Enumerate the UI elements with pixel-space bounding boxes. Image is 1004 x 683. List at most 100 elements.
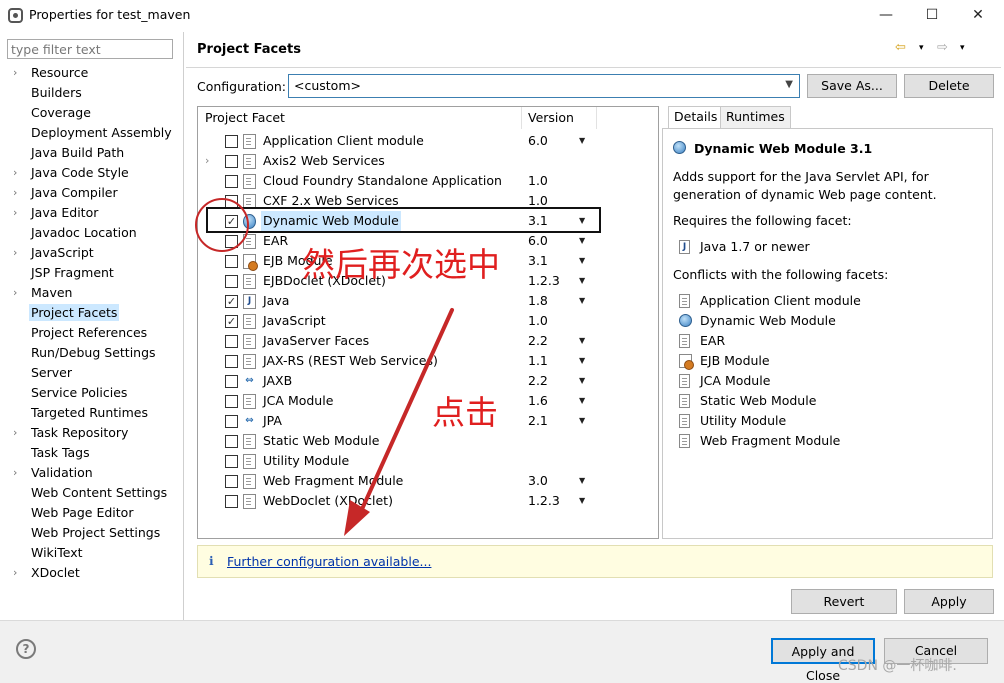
tab-runtimes[interactable]: Runtimes [720,106,791,128]
facet-version[interactable]: 1.0 [528,171,548,191]
chevron-right-icon[interactable]: › [13,183,17,203]
tree-item[interactable]: JSP Fragment [0,263,183,283]
column-header-facet[interactable]: Project Facet [205,110,285,125]
tree-item[interactable]: Web Page Editor [0,503,183,523]
facet-checkbox[interactable] [225,155,238,168]
facet-row[interactable]: › Axis2 Web Services [198,151,658,171]
facet-checkbox[interactable] [225,415,238,428]
column-header-version[interactable]: Version [528,110,574,125]
facet-version[interactable]: 1.8 [528,291,548,311]
facet-version[interactable]: 2.1 [528,411,548,431]
facet-checkbox[interactable]: ✓ [225,295,238,308]
back-arrow-icon[interactable]: ⇦ [895,40,906,55]
tree-item[interactable]: Run/Debug Settings [0,343,183,363]
version-dropdown-icon[interactable]: ▼ [579,351,585,371]
facet-checkbox[interactable] [225,255,238,268]
version-dropdown-icon[interactable]: ▼ [579,371,585,391]
facet-row[interactable]: Cloud Foundry Standalone Application 1.0 [198,171,658,191]
facet-checkbox[interactable] [225,355,238,368]
version-dropdown-icon[interactable]: ▼ [579,331,585,351]
facet-version[interactable]: 6.0 [528,231,548,251]
forward-arrow-icon[interactable]: ⇨ [937,40,948,55]
tree-item[interactable]: Targeted Runtimes [0,403,183,423]
tree-item[interactable]: Deployment Assembly [0,123,183,143]
tree-item[interactable]: Server [0,363,183,383]
facet-checkbox[interactable] [225,135,238,148]
facet-version[interactable]: 1.0 [528,311,548,331]
chevron-right-icon[interactable]: › [13,283,17,303]
tree-item[interactable]: Java Build Path [0,143,183,163]
tree-item[interactable]: WikiText [0,543,183,563]
close-button[interactable]: ✕ [955,0,1001,32]
tree-item[interactable]: Javadoc Location [0,223,183,243]
tree-item[interactable]: Project References [0,323,183,343]
facet-checkbox[interactable] [225,375,238,388]
version-dropdown-icon[interactable]: ▼ [579,131,585,151]
pane-divider[interactable] [183,32,184,620]
tree-item[interactable]: › Validation [0,463,183,483]
tree-item[interactable]: Service Policies [0,383,183,403]
back-menu-icon[interactable]: ▾ [919,43,924,53]
facet-version[interactable]: 1.6 [528,391,548,411]
tree-item[interactable]: Builders [0,83,183,103]
chevron-right-icon[interactable]: › [205,151,209,171]
facet-checkbox[interactable]: ✓ [225,315,238,328]
version-dropdown-icon[interactable]: ▼ [579,491,585,511]
tree-item[interactable]: › XDoclet [0,563,183,583]
chevron-right-icon[interactable]: › [13,563,17,583]
tree-item[interactable]: Coverage [0,103,183,123]
facet-version[interactable]: 2.2 [528,331,548,351]
save-as-button[interactable]: Save As... [807,74,897,98]
facet-version[interactable]: 2.2 [528,371,548,391]
tree-item[interactable]: › Maven [0,283,183,303]
version-dropdown-icon[interactable]: ▼ [579,391,585,411]
tree-item[interactable]: Web Project Settings [0,523,183,543]
filter-input[interactable] [7,39,173,59]
further-configuration-link[interactable]: Further configuration available... [227,554,431,569]
chevron-right-icon[interactable]: › [13,463,17,483]
facet-checkbox[interactable] [225,395,238,408]
facet-checkbox[interactable] [225,475,238,488]
facet-row[interactable]: Application Client module 6.0 ▼ [198,131,658,151]
version-dropdown-icon[interactable]: ▼ [579,471,585,491]
facet-checkbox[interactable] [225,175,238,188]
version-dropdown-icon[interactable]: ▼ [579,291,585,311]
forward-menu-icon[interactable]: ▾ [960,43,965,53]
facet-checkbox[interactable] [225,275,238,288]
tree-item[interactable]: Web Content Settings [0,483,183,503]
version-dropdown-icon[interactable]: ▼ [579,231,585,251]
version-dropdown-icon[interactable]: ▼ [579,251,585,271]
chevron-right-icon[interactable]: › [13,163,17,183]
facet-version[interactable]: 1.2.3 [528,271,560,291]
facet-version[interactable]: 1.1 [528,351,548,371]
tree-item[interactable]: › Java Compiler [0,183,183,203]
facet-version[interactable]: 1.2.3 [528,491,560,511]
tree-item[interactable]: › JavaScript [0,243,183,263]
tab-details[interactable]: Details [668,106,724,129]
configuration-select[interactable]: <custom> ▼ [288,74,800,98]
chevron-right-icon[interactable]: › [13,203,17,223]
facet-checkbox[interactable] [225,335,238,348]
tree-item[interactable]: › Task Repository [0,423,183,443]
facet-version[interactable]: 3.0 [528,471,548,491]
version-dropdown-icon[interactable]: ▼ [579,411,585,431]
apply-button[interactable]: Apply [904,589,994,614]
chevron-right-icon[interactable]: › [13,423,17,443]
delete-button[interactable]: Delete [904,74,994,98]
maximize-button[interactable]: ☐ [909,0,955,32]
tree-item[interactable]: › Resource [0,63,183,83]
facet-checkbox[interactable] [225,435,238,448]
tree-item[interactable]: Project Facets [0,303,183,323]
facet-version[interactable]: 6.0 [528,131,548,151]
facet-version[interactable]: 3.1 [528,251,548,271]
facet-checkbox[interactable] [225,455,238,468]
tree-item[interactable]: Task Tags [0,443,183,463]
tree-item[interactable]: › Java Editor [0,203,183,223]
minimize-button[interactable]: — [863,0,909,32]
tree-item[interactable]: › Java Code Style [0,163,183,183]
facet-checkbox[interactable] [225,495,238,508]
chevron-right-icon[interactable]: › [13,63,17,83]
version-dropdown-icon[interactable]: ▼ [579,271,585,291]
chevron-right-icon[interactable]: › [13,243,17,263]
revert-button[interactable]: Revert [791,589,897,614]
